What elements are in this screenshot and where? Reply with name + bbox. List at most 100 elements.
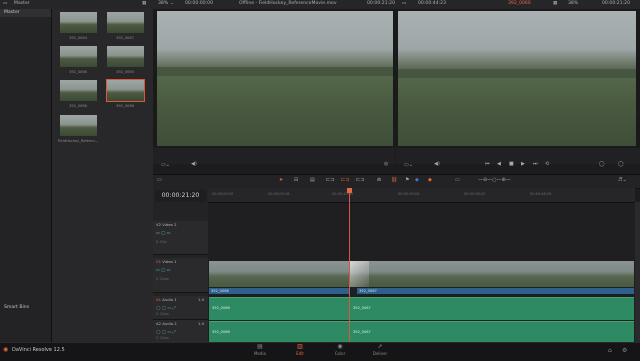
layout-icon[interactable]: ▭ xyxy=(157,177,162,183)
view-options-icon[interactable]: ▦ xyxy=(142,1,146,6)
overwrite-clip-icon[interactable]: ⊏⊐ xyxy=(341,177,349,183)
video-clip-label[interactable]: 392_0066 xyxy=(209,288,349,294)
page-color-button[interactable]: ◉ Color xyxy=(325,343,355,359)
track-name[interactable]: Video 2 xyxy=(162,222,176,227)
edit-page-icon: ▥ xyxy=(297,343,303,350)
zoom-full-icon[interactable]: ▭ xyxy=(455,177,460,183)
audio-options-icon[interactable]: ♬⌄ xyxy=(618,177,627,183)
home-icon[interactable]: ⌂ xyxy=(608,347,612,354)
davinci-logo-icon: ◉ xyxy=(3,346,9,353)
track-level: 1.0 xyxy=(198,321,205,326)
blade-tool-icon[interactable]: ▤ xyxy=(310,177,315,183)
rewind-icon[interactable]: ◀ xyxy=(497,161,501,167)
audio-clip[interactable]: 392_0066 xyxy=(209,321,349,343)
display-options-icon[interactable]: ▭⌄ xyxy=(404,162,413,168)
in-point-icon[interactable]: ◯ xyxy=(599,161,605,167)
cross-dissolve-transition[interactable] xyxy=(349,261,369,287)
master-bin-label[interactable]: Master xyxy=(4,10,20,15)
trim-tool-icon[interactable]: ⊟ xyxy=(294,177,298,183)
play-icon[interactable]: ▶ xyxy=(521,161,525,167)
playhead-handle[interactable] xyxy=(347,188,352,193)
clip-label: 392_0064 xyxy=(69,36,87,40)
page-label: Edit xyxy=(296,351,304,356)
clip-thumbnail[interactable] xyxy=(60,46,97,67)
out-point-icon[interactable]: ◯ xyxy=(618,161,624,167)
timeline-ruler[interactable]: 00:00:00:00 00:00:09:16 00:00:19:10 00:0… xyxy=(208,188,635,203)
page-deliver-button[interactable]: ➚ Deliver xyxy=(365,343,395,359)
marker-color-icon[interactable]: ◆ xyxy=(428,177,432,183)
playhead[interactable] xyxy=(349,188,350,343)
audio-clip-label: 392_0067 xyxy=(353,306,371,310)
clip-label: 392_0066 xyxy=(69,70,87,74)
timeline-video-frame xyxy=(398,11,636,146)
track-a1-label: A1 Audio 1 xyxy=(156,297,177,302)
ruler-tick: 00:00:48:16 xyxy=(530,192,552,196)
video-clip[interactable] xyxy=(350,261,634,287)
clip-thumbnail-selected[interactable] xyxy=(106,79,145,102)
clip-thumbnail[interactable] xyxy=(60,80,97,101)
zoom-left[interactable]: 38% xyxy=(158,1,168,6)
track-mute-icon[interactable]: ◯ ◯ ▭ ⤢ xyxy=(156,329,176,334)
stop-icon[interactable]: ■ xyxy=(509,161,514,167)
timeline-thumbnail[interactable] xyxy=(60,115,97,136)
loop-icon[interactable]: ◎ xyxy=(384,161,388,167)
page-media-button[interactable]: ▤ Media xyxy=(245,343,275,359)
marker-icon[interactable]: ◆ xyxy=(415,177,419,183)
clip-thumbnail[interactable] xyxy=(107,46,144,67)
flag-icon[interactable]: ⚑ xyxy=(405,177,409,183)
track-name[interactable]: Video 1 xyxy=(162,259,176,264)
timeline-clip-name: 392_0066 xyxy=(508,1,531,6)
folder-icon[interactable]: ▭ xyxy=(3,1,7,6)
track-name[interactable]: Audio 1 xyxy=(162,297,176,302)
display-options-icon[interactable]: ▭⌄ xyxy=(161,162,170,168)
zoom-right[interactable]: 38% xyxy=(568,1,578,6)
insert-clip-icon[interactable]: ⊏⊐ xyxy=(326,177,334,183)
ruler-tick: 00:00:38:22 xyxy=(464,192,486,196)
timeline-scrollbar[interactable] xyxy=(635,202,640,342)
jump-start-icon[interactable]: ⏮ xyxy=(485,161,490,167)
track-lock-icon[interactable]: ▭ ◯ ▭ xyxy=(156,230,171,235)
video-clip[interactable] xyxy=(209,261,349,287)
track-id[interactable]: V1 xyxy=(156,259,161,264)
track-header-v1: V1 Video 1 ▭ ◯ ▭ 2 Clips xyxy=(153,258,208,293)
clip-thumbnail[interactable] xyxy=(107,12,144,33)
track-header-v2: V2 Video 2 ▭ ◯ ▭ 0 Clip xyxy=(153,221,208,255)
viewer-title: Offline - FieldHockey_ReferenceMovie.mov xyxy=(239,1,337,6)
settings-gear-icon[interactable]: ⚙ xyxy=(622,347,627,354)
jump-end-icon[interactable]: ⏭ xyxy=(533,161,538,167)
bin-name[interactable]: Master xyxy=(14,1,30,6)
ruler-tick: 00:00:09:16 xyxy=(268,192,290,196)
page-edit-button[interactable]: ▥ Edit xyxy=(285,343,315,359)
snapping-icon[interactable]: ⋒ xyxy=(377,177,381,183)
track-name[interactable]: Audio 2 xyxy=(162,321,176,326)
view-options-icon-right[interactable]: ▦ xyxy=(553,1,557,6)
track-id[interactable]: A2 xyxy=(156,321,161,326)
clip-thumbnail[interactable] xyxy=(60,12,97,33)
audio-clip[interactable]: 392_0067 xyxy=(350,321,634,343)
audio-clip[interactable]: 392_0067 xyxy=(350,297,634,320)
speaker-icon[interactable]: ◀) xyxy=(191,161,197,167)
track-a2-label: A2 Audio 2 xyxy=(156,321,177,326)
timeline-controls: ▭⌄ ◀) ⏮ ◀ ■ ▶ ⏭ ⟲ ◯ ◯ xyxy=(396,148,640,168)
audio-clip[interactable]: 392_0066 xyxy=(209,297,349,320)
deliver-page-icon: ➚ xyxy=(377,343,383,350)
speaker-icon[interactable]: ◀) xyxy=(434,161,440,167)
replace-clip-icon[interactable]: ⊏⊐ xyxy=(356,177,364,183)
track-id[interactable]: A1 xyxy=(156,297,161,302)
selection-tool-icon[interactable]: ➤ xyxy=(279,177,283,183)
smart-bins-label[interactable]: Smart Bins xyxy=(4,305,29,310)
zoom-slider[interactable]: —⊖—○—⊕— xyxy=(478,177,511,183)
track-clip-count: 2 Clips xyxy=(156,335,169,340)
track-mute-icon[interactable]: ◯ ◯ ▭ ⤢ xyxy=(156,305,176,310)
page-bar xyxy=(0,342,640,361)
video-clip-label[interactable]: 392_0067 xyxy=(357,288,634,294)
track-header-a1: A1 Audio 1 1.0 ◯ ◯ ▭ ⤢ 2 Clips xyxy=(153,296,208,320)
loop-icon[interactable]: ⟲ xyxy=(545,161,549,167)
linked-selection-icon[interactable]: ⛓ xyxy=(391,177,397,183)
track-level: 1.0 xyxy=(198,297,205,302)
color-page-icon: ◉ xyxy=(337,343,343,350)
track-lock-icon[interactable]: ▭ ◯ ▭ xyxy=(156,267,171,272)
chevron-down-icon[interactable]: ⌄ xyxy=(170,1,174,6)
clip-label: 392_0066 xyxy=(116,104,134,108)
audio-clip-label: 392_0066 xyxy=(212,306,230,310)
